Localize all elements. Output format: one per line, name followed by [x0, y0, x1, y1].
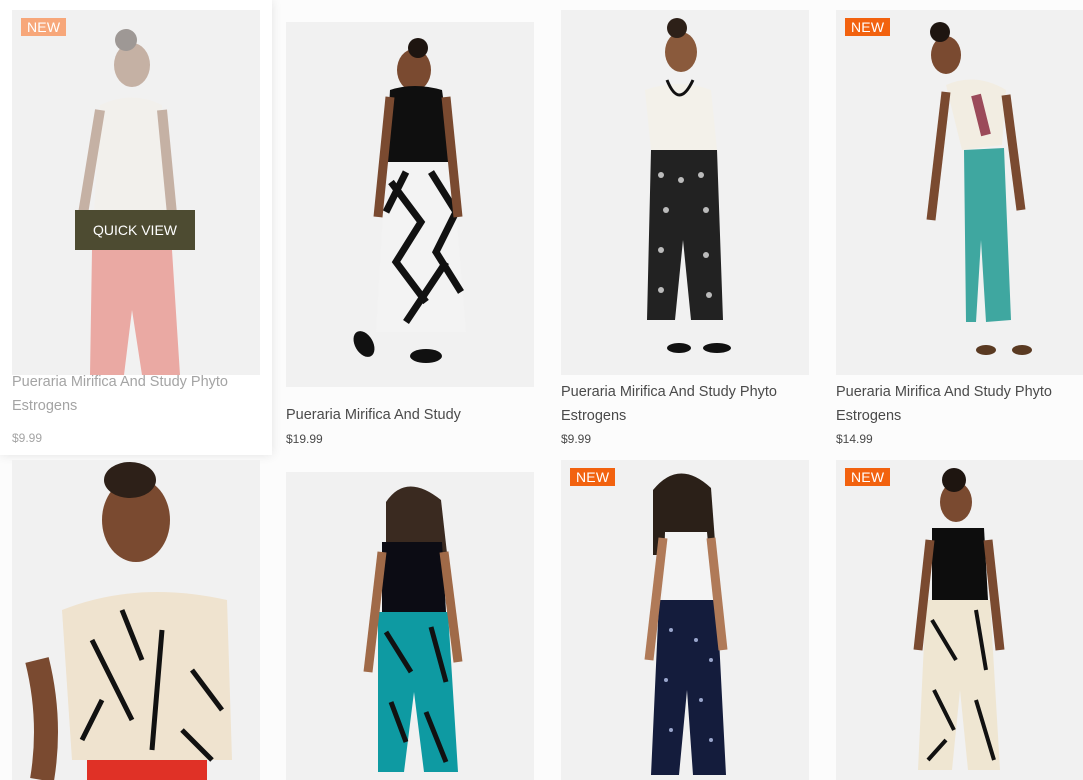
product-card[interactable] — [12, 460, 260, 780]
product-title[interactable]: Pueraria Mirifica And Study Phyto Estrog… — [12, 370, 260, 418]
new-badge: NEW — [845, 18, 891, 36]
product-card[interactable]: NEW — [561, 460, 809, 780]
product-price: $19.99 — [286, 432, 323, 446]
new-badge: NEW — [21, 18, 67, 36]
product-price: $14.99 — [836, 432, 873, 446]
product-card[interactable]: NEW QUICK VIEW Pueraria Mirifica And Stu… — [0, 0, 272, 455]
product-price: $9.99 — [561, 432, 592, 446]
product-title[interactable]: Pueraria Mirifica And Study Phyto Estrog… — [836, 380, 1083, 428]
product-card[interactable] — [286, 472, 534, 780]
product-image[interactable] — [561, 10, 809, 375]
product-image[interactable] — [12, 460, 260, 780]
product-title[interactable]: Pueraria Mirifica And Study — [286, 403, 534, 427]
product-image[interactable]: NEW — [836, 460, 1083, 780]
product-price: $9.99 — [12, 431, 43, 445]
product-image[interactable]: NEW QUICK VIEW — [12, 10, 260, 375]
product-image[interactable] — [286, 472, 534, 780]
product-image[interactable] — [286, 22, 534, 387]
product-card[interactable]: Pueraria Mirifica And Study Phyto Estrog… — [561, 10, 809, 455]
new-badge: NEW — [570, 468, 616, 486]
product-image[interactable]: NEW — [561, 460, 809, 780]
product-card[interactable]: NEW — [836, 460, 1083, 780]
product-card[interactable]: NEW Pueraria Mirifica And Study Phyto Es… — [836, 10, 1083, 455]
new-badge: NEW — [845, 468, 891, 486]
quick-view-button[interactable]: QUICK VIEW — [75, 210, 195, 250]
product-card[interactable]: Pueraria Mirifica And Study $19.99 — [286, 22, 534, 452]
product-title[interactable]: Pueraria Mirifica And Study Phyto Estrog… — [561, 380, 809, 428]
product-image[interactable]: NEW — [836, 10, 1083, 375]
